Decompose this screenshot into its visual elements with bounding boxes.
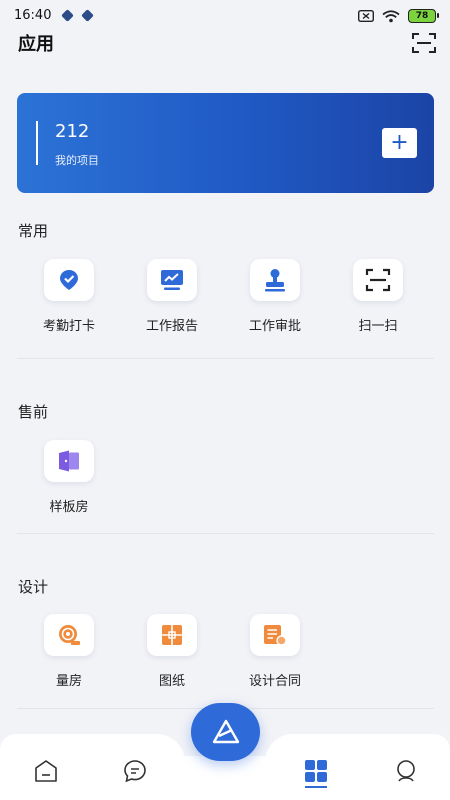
- card-accent-bar: [36, 121, 38, 165]
- app-label: 设计合同: [248, 674, 301, 689]
- sim-card-icon: [358, 10, 374, 22]
- app-drawings[interactable]: 图纸: [120, 614, 224, 689]
- location-check-icon: [44, 259, 94, 301]
- active-tab-indicator: [305, 786, 327, 788]
- app-work-approval[interactable]: 工作审批: [223, 259, 327, 334]
- wifi-icon: [382, 9, 400, 22]
- home-icon[interactable]: [33, 758, 59, 784]
- page-title: 应用: [18, 34, 54, 55]
- brand-logo-icon: [212, 719, 239, 744]
- app-label: 样板房: [49, 500, 89, 515]
- app-label: 工作报告: [145, 319, 198, 334]
- plus-icon: +: [390, 130, 409, 155]
- app-sample-room[interactable]: 样板房: [17, 440, 121, 515]
- app-work-report[interactable]: 工作报告: [120, 259, 224, 334]
- section-title-presale: 售前: [18, 403, 49, 421]
- app-label: 量房: [55, 674, 82, 689]
- sample-room-door-icon: [44, 440, 94, 482]
- add-project-button[interactable]: +: [382, 128, 417, 158]
- app-scan[interactable]: 扫一扫: [326, 259, 430, 334]
- app-measure-room[interactable]: 量房: [17, 614, 121, 689]
- section-title-common: 常用: [18, 222, 49, 240]
- center-action-button[interactable]: [191, 703, 260, 761]
- status-bar: 16:40 78: [0, 0, 450, 32]
- scan-icon[interactable]: [412, 32, 436, 54]
- notification-icon: [61, 9, 74, 22]
- section-title-design: 设计: [18, 578, 49, 596]
- battery-indicator: 78: [408, 9, 439, 23]
- app-label: 工作审批: [248, 319, 301, 334]
- divider: [17, 533, 434, 534]
- app-design-contract[interactable]: 设计合同: [223, 614, 327, 689]
- profile-icon[interactable]: [393, 758, 419, 784]
- project-count: 212: [55, 121, 90, 142]
- status-time: 16:40: [14, 8, 52, 23]
- report-chart-icon: [147, 259, 197, 301]
- app-label: 考勤打卡: [42, 319, 95, 334]
- blueprint-icon: [147, 614, 197, 656]
- approval-stamp-icon: [250, 259, 300, 301]
- project-label: 我的项目: [55, 154, 99, 167]
- app-label: 图纸: [158, 674, 185, 689]
- my-projects-card[interactable]: 212 我的项目 +: [17, 93, 434, 193]
- app-label: 扫一扫: [358, 319, 398, 334]
- message-icon[interactable]: [122, 758, 148, 784]
- contract-icon: [250, 614, 300, 656]
- notification-icon: [81, 9, 94, 22]
- app-attendance[interactable]: 考勤打卡: [17, 259, 121, 334]
- divider: [17, 358, 434, 359]
- scan-icon: [353, 259, 403, 301]
- measuring-tape-icon: [44, 614, 94, 656]
- apps-grid-icon[interactable]: [303, 758, 329, 784]
